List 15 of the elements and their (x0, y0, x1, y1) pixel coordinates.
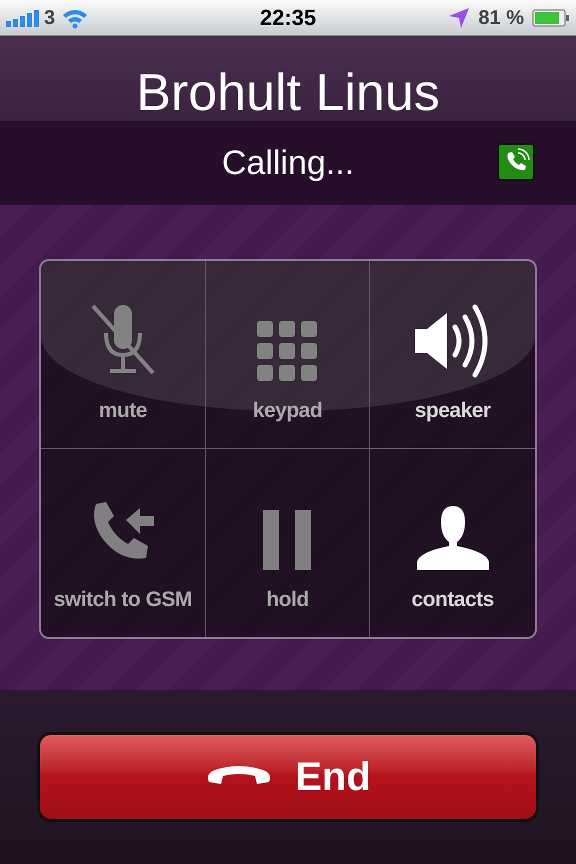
call-control-button[interactable]: speaker (370, 261, 535, 449)
call-status: Calling... (222, 142, 354, 184)
end-call-button[interactable]: End (37, 732, 539, 822)
call-control-button[interactable]: contacts (370, 449, 535, 637)
location-arrow-icon (448, 6, 470, 28)
contact-name: Brohult Linus (136, 67, 440, 121)
pause-icon (263, 510, 312, 570)
carrier-name: 3 (44, 6, 56, 30)
person-icon (416, 506, 489, 570)
clock: 22:35 (260, 4, 316, 32)
signal-icon (6, 8, 42, 26)
keypad-icon (257, 320, 318, 380)
phone-call-icon (497, 143, 535, 181)
battery-percentage: 81 % (478, 6, 524, 30)
battery-icon (532, 8, 570, 26)
